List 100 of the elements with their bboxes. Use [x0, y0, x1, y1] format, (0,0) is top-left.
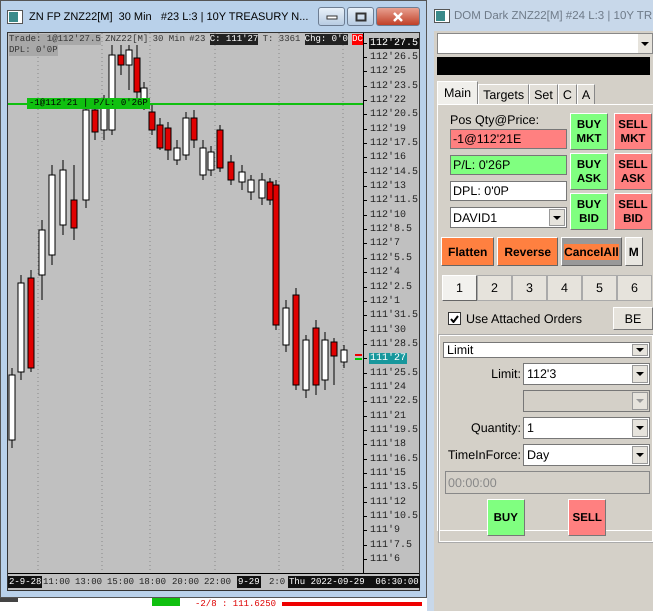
- checkbox-label: Use Attached Orders: [466, 312, 582, 326]
- price-axis-label: 112'27.5: [369, 38, 420, 49]
- be-button[interactable]: BE: [613, 307, 653, 330]
- price-axis-label: 112'14.5: [369, 166, 420, 178]
- price-axis-label: 111'21: [369, 410, 408, 422]
- price-axis-label: 112'1: [369, 296, 402, 307]
- dropdown-field[interactable]: 1: [523, 417, 650, 439]
- chart-info-text: T: 3361: [262, 34, 300, 45]
- position-label: Pos Qty@Price:: [450, 113, 540, 127]
- time-axis-label: 11:00: [43, 576, 70, 588]
- order-button[interactable]: SELL MKT: [614, 113, 652, 150]
- submit-button[interactable]: BUY: [486, 499, 525, 536]
- candle: [216, 124, 224, 172]
- action-button[interactable]: Reverse: [497, 237, 558, 266]
- position-label: -1@112'21 | P/L: 0'26P: [27, 98, 150, 109]
- price-axis-label: 112'19: [369, 124, 408, 135]
- dropdown-arrow-icon: [636, 426, 644, 430]
- action-button[interactable]: Flatten: [441, 237, 494, 266]
- tab[interactable]: Set: [529, 84, 558, 104]
- time-axis-label: 2-9-28: [8, 576, 42, 588]
- time-axis-label: Thu 2022-09-29 06:30:00: [288, 576, 420, 588]
- price-axis-label: 111'28.5: [369, 338, 420, 350]
- daily-pl-text: DPL: 0'0P: [9, 45, 58, 56]
- time-axis-label: 2:0: [269, 576, 286, 588]
- price-axis-label: 112'11.5: [369, 195, 420, 206]
- tab[interactable]: Targets: [478, 84, 530, 104]
- dropdown-arrow-icon: [636, 453, 644, 457]
- order-button[interactable]: SELL ASK: [614, 153, 652, 190]
- account-dropdown[interactable]: DAVID1: [450, 207, 567, 228]
- maximize-button[interactable]: [347, 7, 374, 26]
- price-axis-label: 111'13.5: [369, 482, 420, 494]
- price-axis-label: 112'23.5: [369, 80, 420, 92]
- price-axis-label: 111'19.5: [369, 424, 420, 436]
- price-axis-label: 111'27: [369, 353, 408, 364]
- field-label: Limit:: [491, 367, 521, 381]
- submit-button[interactable]: SELL: [568, 499, 606, 536]
- dropdown-field[interactable]: Day: [523, 444, 650, 466]
- maximize-icon: [354, 12, 366, 22]
- order-button[interactable]: BUY BID: [570, 193, 608, 230]
- price-axis-label: 112'5.5: [369, 252, 414, 264]
- pl-field: P/L: 0'26P: [450, 155, 567, 175]
- price-axis-label: 111'7.5: [369, 540, 414, 551]
- price-axis-label: 112'8.5: [369, 224, 414, 236]
- price-axis-label: 112'4: [369, 267, 402, 278]
- order-button[interactable]: BUY ASK: [570, 153, 608, 190]
- dropdown-arrow-icon: [553, 216, 561, 220]
- price-axis-label: 111'15: [369, 468, 408, 479]
- quantity-tab[interactable]: 4: [547, 275, 582, 301]
- quantity-tab[interactable]: 6: [617, 275, 652, 301]
- candle: [238, 164, 246, 190]
- chart-info-text: 30 Min: [152, 34, 185, 45]
- quantity-tab[interactable]: 3: [512, 275, 547, 301]
- checkbox[interactable]: [448, 312, 461, 325]
- dropdown-arrow-icon: [641, 42, 649, 46]
- app-icon: [434, 8, 450, 22]
- price-axis-label: 112'17.5: [369, 138, 420, 150]
- time-axis-label: 20:00: [172, 576, 200, 588]
- candle: [330, 338, 338, 386]
- app-icon: [7, 10, 23, 24]
- price-axis-label: 111'31.5: [369, 310, 420, 322]
- symbol-dropdown[interactable]: [437, 33, 653, 54]
- order-type-dropdown[interactable]: Limit: [443, 342, 650, 358]
- candle: [340, 344, 348, 368]
- quantity-tab[interactable]: 2: [477, 275, 512, 301]
- price-axis-label: 111'24: [369, 382, 408, 393]
- chart-info-text: DC: [352, 34, 363, 45]
- window-title: DOM Dark ZNZ22[M] #24 L:3 | 10Y TR: [454, 10, 652, 22]
- chart-info-text: ZNZ22[M]: [105, 34, 148, 45]
- tab[interactable]: C: [558, 84, 577, 104]
- chart-info-text: Chg: 0'0: [304, 34, 348, 45]
- dropdown-arrow-icon: [636, 348, 644, 352]
- close-button[interactable]: [376, 7, 420, 26]
- position-field: -1@112'21E: [450, 129, 567, 149]
- price-text: -2/8 : 111.6250: [195, 598, 276, 610]
- tab[interactable]: A: [576, 84, 596, 104]
- price-axis-label: 111'6: [369, 554, 402, 566]
- time-axis-label: 15:00: [107, 576, 134, 588]
- price-axis-label: 111'12: [369, 496, 408, 508]
- price-axis-label: 112'22: [369, 95, 408, 106]
- price-axis-label: 111'18: [369, 439, 408, 450]
- order-button[interactable]: BUY MKT: [570, 113, 608, 150]
- price-axis-label: 111'16.5: [369, 454, 420, 465]
- tab[interactable]: Main: [437, 81, 478, 104]
- indicator-block: [152, 598, 180, 606]
- quantity-tab[interactable]: 5: [582, 275, 617, 301]
- price-axis-label: 111'25.5: [369, 368, 420, 379]
- close-icon: [392, 12, 404, 22]
- candle: [322, 332, 328, 390]
- minimize-button[interactable]: [318, 7, 345, 26]
- order-button[interactable]: SELL BID: [614, 193, 652, 230]
- quantity-tab[interactable]: 1: [442, 275, 477, 301]
- candle: [228, 154, 234, 186]
- candle: [248, 174, 254, 200]
- price-axis-label: 111'30: [369, 324, 408, 336]
- candle: [282, 300, 290, 352]
- candle: [302, 334, 310, 398]
- action-button[interactable]: M: [624, 237, 643, 266]
- dropdown-field[interactable]: 112'3: [523, 363, 650, 385]
- price-axis-label: 111'10.5: [369, 511, 420, 522]
- action-button[interactable]: CancelAll: [561, 237, 622, 266]
